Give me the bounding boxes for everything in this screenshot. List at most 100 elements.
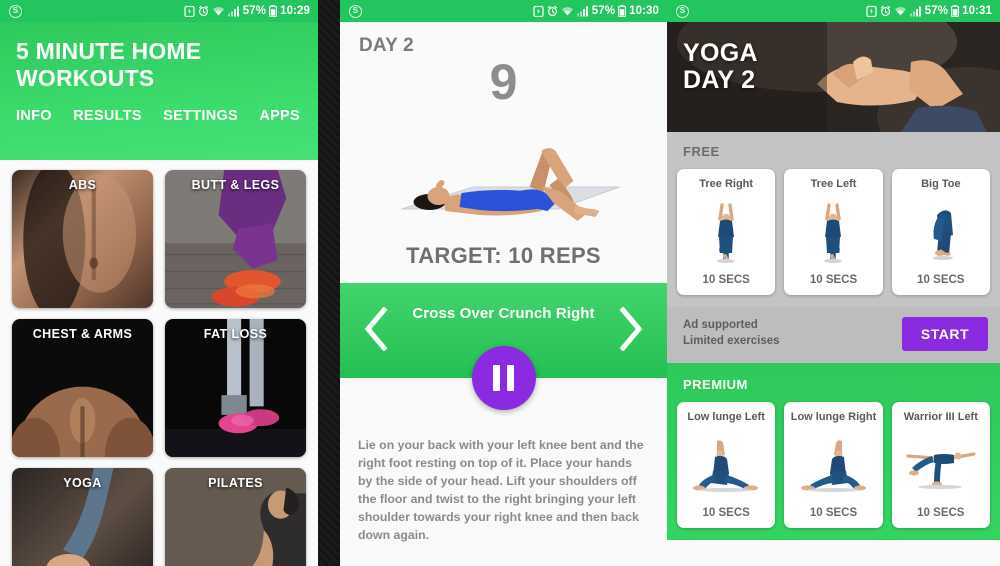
free-card-row: Tree Right 10 SECS Tree Left 10 SECS Big… [667, 169, 1000, 295]
status-bar-3: S 57% 10:31 [667, 0, 1000, 22]
low-lunge-pose-icon [693, 440, 759, 492]
tree-pose-icon [824, 203, 843, 263]
pose-title: Low lunge Left [687, 411, 765, 423]
status-left-icons-2: S [349, 4, 362, 18]
pose-card-tree-right[interactable]: Tree Right 10 SECS [677, 169, 776, 295]
tile-label-yoga: YOGA [63, 476, 102, 490]
free-section: FREE Tree Right 10 SECS Tree Left 10 SEC… [667, 132, 1000, 307]
power-save-icon [866, 5, 877, 17]
screen-exercise: S 57% 10:30 DAY 2 9 TARGET: 10 REPS Cros… [340, 0, 667, 566]
alarm-icon [198, 5, 208, 17]
ad-line-1: Ad supported [683, 319, 758, 332]
rep-counter: 9 [489, 54, 518, 110]
wifi-icon [894, 6, 906, 15]
pose-card-warrior3-left[interactable]: Warrior III Left 10 SECS [891, 402, 990, 528]
exercise-controls: Cross Over Crunch Right [340, 282, 667, 410]
tab-info[interactable]: INFO [16, 108, 52, 126]
alarm-icon [880, 5, 890, 17]
status-left-icons-3: S [676, 4, 689, 18]
status-right-icons-3: 57% 10:31 [866, 5, 992, 17]
page-title: 5 MINUTE HOME WORKOUTS [16, 38, 302, 92]
chevron-left-icon[interactable] [362, 306, 390, 351]
hero-line1: YOGA [683, 39, 758, 67]
clock-time: 10:29 [280, 5, 310, 17]
pose-figure [798, 423, 868, 507]
tile-butt-legs[interactable]: BUTT & LEGS [165, 170, 306, 308]
status-bar-2: S 57% 10:30 [340, 0, 667, 22]
hero-line2: DAY 2 [683, 66, 756, 94]
pose-duration: 10 SECS [917, 274, 965, 286]
status-right-icons-2: 57% 10:30 [533, 5, 659, 17]
exercise-name: Cross Over Crunch Right [412, 304, 595, 322]
signal-icon [576, 6, 588, 16]
tab-settings[interactable]: SETTINGS [163, 108, 238, 126]
wifi-icon [561, 6, 573, 15]
pose-duration: 10 SECS [702, 507, 750, 519]
tree-pose-icon [717, 203, 736, 263]
low-lunge-pose-icon [801, 440, 867, 492]
app-title-line2: WORKOUTS [16, 65, 155, 92]
tile-yoga[interactable]: YOGA [12, 468, 153, 566]
tile-label-pilates: PILATES [208, 476, 263, 490]
exercise-description: Lie on your back with your left knee ben… [358, 437, 644, 543]
power-save-icon [533, 5, 544, 17]
ad-line-2: Limited exercises [683, 335, 780, 347]
tab-results[interactable]: RESULTS [73, 108, 142, 126]
pose-figure [691, 423, 761, 507]
pose-duration: 10 SECS [917, 507, 965, 519]
status-left-icons: S [9, 4, 22, 18]
workout-category-grid: ABS BUTT & LEGS CHEST & ARMS FAT LOSS YO… [0, 160, 318, 566]
screenshot-collage: S 57% 10:29 5 MINUTE HOME WORKOUTS INFO … [0, 0, 1000, 566]
pose-title: Tree Right [699, 178, 754, 190]
battery-icon [269, 5, 278, 17]
pose-card-low-lunge-left[interactable]: Low lunge Left 10 SECS [677, 402, 776, 528]
battery-percent: 57% [924, 5, 949, 17]
pose-figure [904, 423, 978, 507]
battery-icon [618, 5, 627, 17]
clock-time: 10:31 [962, 5, 992, 17]
panel-divider-1 [318, 0, 340, 566]
pause-button[interactable] [471, 345, 536, 410]
app-header: 5 MINUTE HOME WORKOUTS INFO RESULTS SETT… [0, 22, 318, 160]
exercise-body: DAY 2 9 TARGET: 10 REPS Cross Over Crunc… [340, 22, 667, 566]
pose-figure [702, 190, 750, 274]
signal-icon [227, 6, 239, 16]
tile-abs[interactable]: ABS [12, 170, 153, 308]
ad-support-bar: Ad supported Limited exercises START [667, 307, 1000, 363]
pose-duration: 10 SECS [809, 507, 858, 519]
pose-card-low-lunge-right[interactable]: Low lunge Right 10 SECS [784, 402, 883, 528]
power-save-icon [184, 5, 195, 17]
pose-card-big-toe[interactable]: Big Toe 10 SECS [891, 169, 990, 295]
pose-title: Big Toe [921, 178, 961, 190]
tile-fat-loss[interactable]: FAT LOSS [165, 319, 306, 457]
tile-label-butt-legs: BUTT & LEGS [191, 178, 280, 192]
tile-pilates[interactable]: PILATES [165, 468, 306, 566]
pose-card-tree-left[interactable]: Tree Left 10 SECS [784, 169, 883, 295]
target-label: TARGET: 10 REPS [406, 242, 601, 268]
start-button[interactable]: START [901, 317, 988, 351]
warrior3-pose-icon [906, 452, 976, 489]
pause-icon [490, 364, 518, 391]
premium-section: PREMIUM Low lunge Left 10 SECS Low lunge… [667, 363, 1000, 540]
tile-label-fat-loss: FAT LOSS [203, 327, 268, 341]
day-label: DAY 2 [359, 35, 414, 56]
battery-icon [951, 5, 960, 17]
screen-home: S 57% 10:29 5 MINUTE HOME WORKOUTS INFO … [0, 0, 318, 566]
tab-apps[interactable]: APPS [259, 108, 300, 126]
s-health-icon: S [349, 4, 362, 18]
app-title-line1: 5 MINUTE HOME [16, 38, 202, 64]
signal-icon [909, 6, 921, 16]
tile-chest-arms[interactable]: CHEST & ARMS [12, 319, 153, 457]
clock-time: 10:30 [629, 5, 659, 17]
section-heading-premium: PREMIUM [683, 377, 748, 392]
chevron-right-icon[interactable] [617, 306, 645, 351]
pose-title: Warrior III Left [903, 411, 978, 423]
battery-percent: 57% [242, 5, 267, 17]
crunch-figure [401, 147, 620, 221]
ad-support-text: Ad supported Limited exercises [683, 318, 780, 349]
wifi-icon [212, 6, 224, 15]
premium-card-row: Low lunge Left 10 SECS Low lunge Right 1… [667, 402, 1000, 528]
battery-percent: 57% [591, 5, 616, 17]
s-health-icon: S [9, 4, 22, 18]
screen-yoga-day: S 57% 10:31 YOGA DAY 2 FREE Tree Right 1… [667, 0, 1000, 566]
